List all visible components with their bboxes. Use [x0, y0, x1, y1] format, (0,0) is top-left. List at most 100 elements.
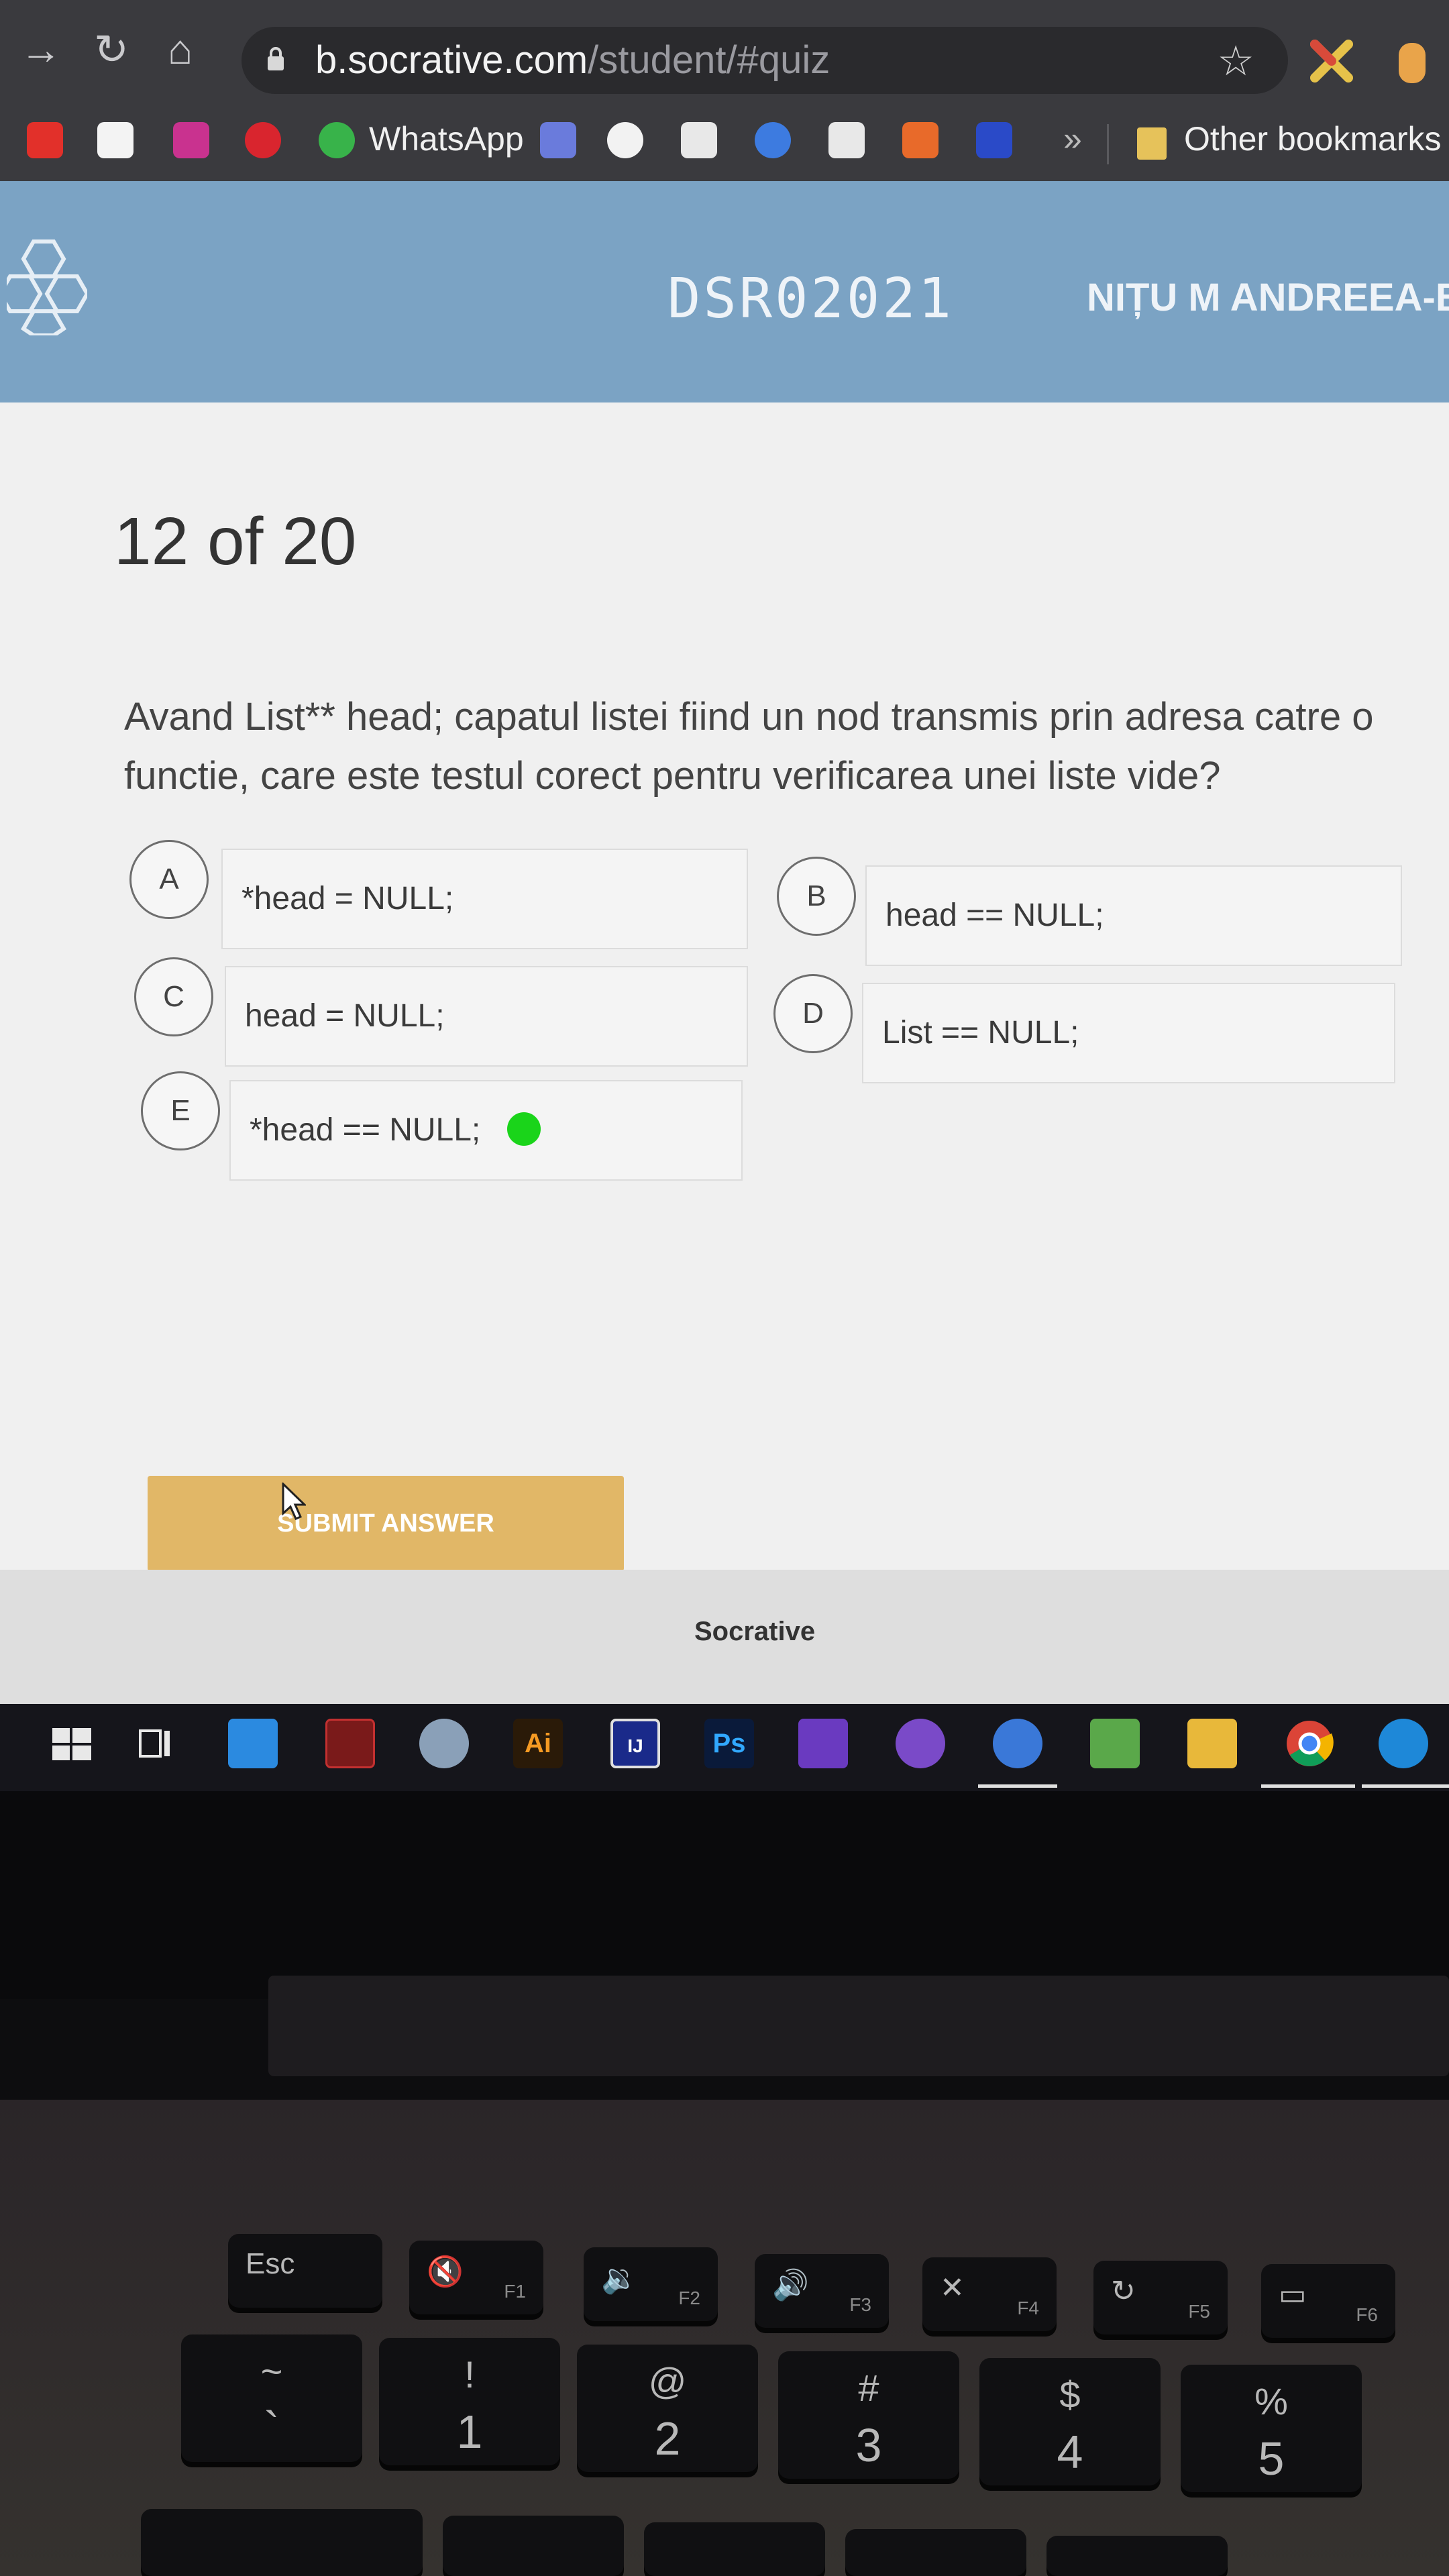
- app-icon-2[interactable]: [419, 1719, 469, 1768]
- key-f2-label: F2: [678, 2288, 700, 2308]
- answer-c-option[interactable]: head = NULL;: [225, 966, 748, 1067]
- socrative-logo-icon: [7, 239, 87, 335]
- key-f1[interactable]: 🔇 F1: [409, 2241, 543, 2314]
- key-1-bottom: 1: [456, 2406, 483, 2458]
- file-explorer-icon[interactable]: [1187, 1719, 1237, 1768]
- bookmark-star-icon[interactable]: ☆: [1217, 36, 1254, 85]
- key-r[interactable]: [1046, 2536, 1228, 2576]
- reload-icon[interactable]: ↻: [94, 27, 129, 74]
- key-tilde[interactable]: ~ `: [181, 2334, 362, 2462]
- gitlab-icon[interactable]: [902, 122, 938, 158]
- url-text: b.socrative.com/student/#quiz: [315, 38, 830, 83]
- pinterest-icon[interactable]: [245, 122, 281, 158]
- socrative-page: DSR02021 NIȚU M ANDREEA-BI 12 of 20 Avan…: [0, 181, 1449, 1704]
- youtube-icon[interactable]: [27, 122, 63, 158]
- page-footer: Socrative: [0, 1570, 1449, 1704]
- vscode-icon[interactable]: [228, 1719, 278, 1768]
- volume-down-icon: 🔉: [601, 2262, 638, 2295]
- bookmark-other[interactable]: Other bookmarks: [1184, 119, 1441, 158]
- key-5-top: %: [1254, 2380, 1288, 2422]
- key-5-bottom: 5: [1258, 2432, 1285, 2485]
- windows-taskbar: Ai IJ Ps: [0, 1704, 1449, 1791]
- answer-e-letter[interactable]: E: [141, 1071, 220, 1150]
- key-5[interactable]: % 5: [1181, 2365, 1362, 2492]
- codepen-icon[interactable]: [681, 122, 717, 158]
- key-2-top: @: [648, 2360, 687, 2402]
- task-view-icon[interactable]: [131, 1719, 180, 1768]
- visual-studio-icon[interactable]: [798, 1719, 848, 1768]
- answer-d-option[interactable]: List == NULL;: [862, 983, 1395, 1083]
- illustrator-icon[interactable]: Ai: [513, 1719, 563, 1768]
- gmail-icon[interactable]: [97, 122, 133, 158]
- extension-icon-2[interactable]: [1399, 43, 1426, 83]
- windows-start-icon[interactable]: [47, 1719, 97, 1768]
- c-bookmark-icon[interactable]: [755, 122, 791, 158]
- answer-a-letter[interactable]: A: [129, 840, 209, 919]
- footer-brand: Socrative: [694, 1617, 816, 1646]
- answer-b-letter[interactable]: B: [777, 857, 856, 936]
- bookmarks-overflow[interactable]: »: [1063, 119, 1082, 158]
- browser-chrome: → ↻ ⌂ b.socrative.com/student/#quiz ☆ Wh…: [0, 0, 1449, 181]
- bookmarks-bar: WhatsApp » Other bookmarks: [0, 107, 1449, 181]
- key-f4[interactable]: ✕ F4: [922, 2257, 1057, 2331]
- answer-c-text: head = NULL;: [245, 998, 445, 1034]
- key-3-bottom: 3: [855, 2419, 882, 2471]
- key-4[interactable]: $ 4: [979, 2358, 1161, 2485]
- bookmarks-divider: [1107, 124, 1109, 164]
- student-name[interactable]: NIȚU M ANDREEA-BI: [1087, 275, 1449, 320]
- refresh-icon: ↻: [1111, 2275, 1136, 2308]
- trello-icon[interactable]: [828, 122, 865, 158]
- question-text: Avand List** head; capatul listei fiind …: [124, 695, 1374, 798]
- edge-icon[interactable]: [1379, 1719, 1428, 1768]
- key-tilde-top: ~: [260, 2350, 283, 2392]
- forward-icon[interactable]: →: [20, 27, 62, 74]
- bookmark-icon[interactable]: [976, 122, 1012, 158]
- key-f4-label: F4: [1017, 2298, 1039, 2318]
- submit-answer-button[interactable]: SUBMIT ANSWER: [148, 1476, 624, 1571]
- key-2[interactable]: @ 2: [577, 2345, 758, 2472]
- key-4-top: $: [1059, 2373, 1081, 2416]
- instagram-icon[interactable]: [173, 122, 209, 158]
- answer-a-text: *head = NULL;: [241, 881, 454, 916]
- key-f6[interactable]: ▭ F6: [1261, 2264, 1395, 2338]
- answer-e-text: *head == NULL;: [250, 1112, 481, 1148]
- selected-indicator-icon: [507, 1112, 541, 1146]
- app-icon-4[interactable]: [1090, 1719, 1140, 1768]
- key-f1-label: F1: [504, 2281, 526, 2302]
- key-4-bottom: 4: [1057, 2426, 1083, 2478]
- key-esc[interactable]: Esc: [228, 2234, 382, 2308]
- chrome-icon[interactable]: [1285, 1719, 1334, 1768]
- answer-a-option[interactable]: *head = NULL;: [221, 849, 748, 949]
- url-path: /student/#quiz: [588, 38, 830, 82]
- app-icon-3[interactable]: [993, 1719, 1042, 1768]
- key-f3[interactable]: 🔊 F3: [755, 2254, 889, 2328]
- key-e[interactable]: [845, 2529, 1026, 2576]
- laptop-bezel: [0, 1791, 1449, 1999]
- app-icon[interactable]: [325, 1719, 375, 1768]
- answer-e-option[interactable]: *head == NULL;: [229, 1080, 743, 1181]
- address-bar[interactable]: b.socrative.com/student/#quiz ☆: [241, 27, 1288, 94]
- key-f5[interactable]: ↻ F5: [1093, 2261, 1228, 2334]
- bookmark-whatsapp[interactable]: WhatsApp: [369, 119, 524, 158]
- key-1-top: !: [464, 2353, 475, 2396]
- whatsapp-icon[interactable]: [319, 122, 355, 158]
- lock-icon: [268, 47, 284, 70]
- answer-b-option[interactable]: head == NULL;: [865, 865, 1402, 966]
- photoshop-icon[interactable]: Ps: [704, 1719, 754, 1768]
- key-tab[interactable]: [141, 2509, 423, 2576]
- answer-c-letter[interactable]: C: [134, 957, 213, 1036]
- intellij-icon[interactable]: IJ: [610, 1719, 660, 1768]
- active-app-indicator: [978, 1784, 1057, 1788]
- answer-d-letter[interactable]: D: [773, 974, 853, 1053]
- github-icon[interactable]: [607, 122, 643, 158]
- mail-icon[interactable]: [540, 122, 576, 158]
- quiz-content: 12 of 20 Avand List** head; capatul list…: [0, 402, 1449, 1571]
- key-3[interactable]: # 3: [778, 2351, 959, 2479]
- key-1[interactable]: ! 1: [379, 2338, 560, 2465]
- home-icon[interactable]: ⌂: [168, 27, 193, 74]
- github-desktop-icon[interactable]: [896, 1719, 945, 1768]
- extension-icon[interactable]: [1308, 38, 1355, 85]
- key-f2[interactable]: 🔉 F2: [584, 2247, 718, 2321]
- key-w[interactable]: [644, 2522, 825, 2576]
- key-q[interactable]: [443, 2516, 624, 2576]
